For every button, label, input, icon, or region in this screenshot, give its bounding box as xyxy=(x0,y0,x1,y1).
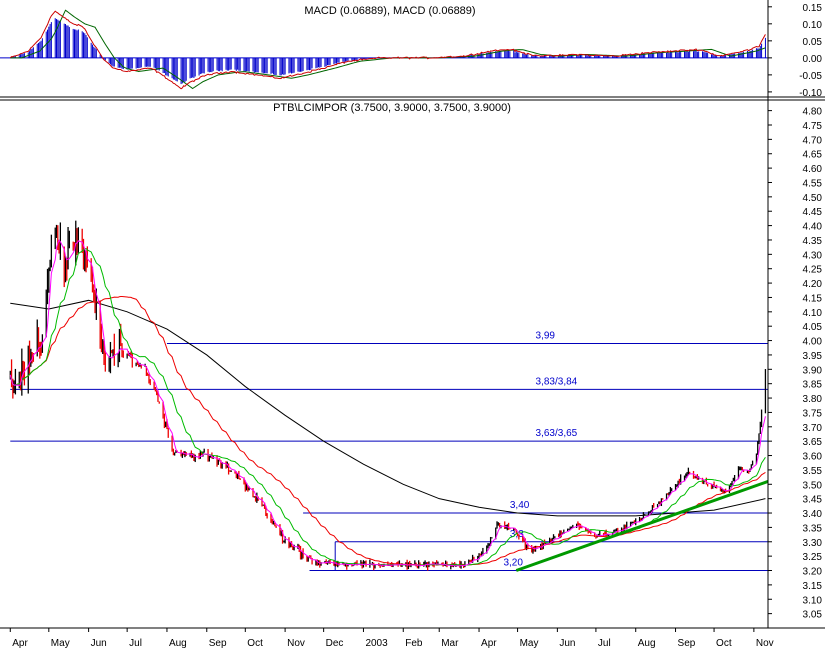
price-y-tick-label: 3.30 xyxy=(803,538,823,549)
x-tick-label: Jun xyxy=(559,638,575,649)
price-y-tick-label: 3.75 xyxy=(803,408,823,419)
x-tick-label: Oct xyxy=(247,638,263,649)
macd-line xyxy=(9,10,766,90)
x-tick-label: Jul xyxy=(598,638,611,649)
price-y-tick-label: 4.50 xyxy=(803,193,823,204)
x-tick-label: 2003 xyxy=(365,638,388,649)
price-y-tick-label: 3.25 xyxy=(803,552,823,563)
macd-title: MACD (0.06889), MACD (0.06889) xyxy=(304,5,475,17)
price-y-tick-label: 4.25 xyxy=(803,265,823,276)
price-y-tick-label: 3.15 xyxy=(803,581,823,592)
x-tick-label: Jul xyxy=(129,638,142,649)
price-y-tick-label: 4.40 xyxy=(803,222,823,233)
price-y-tick-label: 4.65 xyxy=(803,150,823,161)
level-label: 3,63/3,65 xyxy=(536,428,578,439)
level-label: 3,99 xyxy=(536,330,556,341)
level-label: 3,40 xyxy=(510,500,530,511)
chart-svg: 3,993,83/3,843,63/3,653,403,33,20 0.150.… xyxy=(0,0,825,649)
price-title: PTB\LCIMPOR (3.7500, 3.9000, 3.7500, 3.9… xyxy=(273,102,511,114)
price-y-tick-label: 4.00 xyxy=(803,337,823,348)
price-y-tick-label: 4.05 xyxy=(803,322,823,333)
price-y-tick-label: 3.55 xyxy=(803,466,823,477)
macd-signal-line xyxy=(10,9,766,90)
x-tick-label: Jun xyxy=(91,638,107,649)
x-tick-label: Oct xyxy=(716,638,732,649)
price-y-tick-label: 3.40 xyxy=(803,509,823,520)
x-tick-label: Apr xyxy=(12,638,28,649)
level-label: 3,83/3,84 xyxy=(536,376,578,387)
price-y-tick-label: 3.50 xyxy=(803,480,823,491)
price-y-tick-label: 3.45 xyxy=(803,495,823,506)
x-tick-label: Sep xyxy=(209,638,227,649)
macd-y-tick-label: -0.05 xyxy=(799,71,822,82)
price-y-tick-label: 4.10 xyxy=(803,308,823,319)
price-y-tick-label: 4.35 xyxy=(803,236,823,247)
price-y-tick-label: 4.80 xyxy=(803,107,823,118)
x-tick-label: Dec xyxy=(326,638,344,649)
chart-root: 3,99 3,83/3,84 3,63/3,65 3,40 3,3 3,20 0.15 0.… xyxy=(0,0,825,649)
price-y-tick-label: 3.70 xyxy=(803,423,823,434)
price-y-tick-label: 3.35 xyxy=(803,523,823,534)
price-y-tick-label: 4.45 xyxy=(803,207,823,218)
x-tick-label: May xyxy=(51,638,70,649)
price-y-tick-label: 4.70 xyxy=(803,135,823,146)
x-tick-label: Apr xyxy=(481,638,497,649)
price-y-tick-label: 3.60 xyxy=(803,452,823,463)
price-y-tick-label: 3.95 xyxy=(803,351,823,362)
price-y-tick-label: 4.55 xyxy=(803,178,823,189)
x-tick-label: Nov xyxy=(287,638,305,649)
support-trendline xyxy=(515,479,769,572)
x-tick-label: Feb xyxy=(405,638,423,649)
price-y-tick-label: 4.60 xyxy=(803,164,823,175)
macd-y-tick-label: 0.05 xyxy=(803,37,823,48)
x-tick-label: Aug xyxy=(638,638,656,649)
macd-y-tick-label: 0.15 xyxy=(803,3,823,14)
price-y-tick-label: 3.05 xyxy=(803,610,823,621)
price-y-tick-label: 4.30 xyxy=(803,250,823,261)
x-tick-label: Sep xyxy=(678,638,696,649)
level-label: 3,20 xyxy=(503,558,523,569)
macd-y-tick-label: -0.10 xyxy=(799,88,822,99)
price-y-tick-label: 4.75 xyxy=(803,121,823,132)
x-tick-label: Nov xyxy=(756,638,774,649)
macd-y-tick-label: 0.00 xyxy=(803,54,823,65)
macd-y-tick-label: 0.10 xyxy=(803,20,823,31)
x-tick-label: Aug xyxy=(169,638,187,649)
price-y-tick-label: 3.85 xyxy=(803,380,823,391)
ma-short-line xyxy=(9,239,766,567)
price-y-tick-label: 3.10 xyxy=(803,595,823,606)
x-tick-label: May xyxy=(520,638,539,649)
price-y-tick-label: 3.65 xyxy=(803,437,823,448)
price-y-tick-label: 3.90 xyxy=(803,365,823,376)
price-y-tick-label: 3.80 xyxy=(803,394,823,405)
ma200-line xyxy=(10,299,766,517)
price-y-tick-label: 3.20 xyxy=(803,567,823,578)
x-tick-label: Mar xyxy=(441,638,459,649)
price-y-tick-label: 4.15 xyxy=(803,293,823,304)
price-y-tick-label: 4.20 xyxy=(803,279,823,290)
ma-medium-line xyxy=(9,247,766,566)
